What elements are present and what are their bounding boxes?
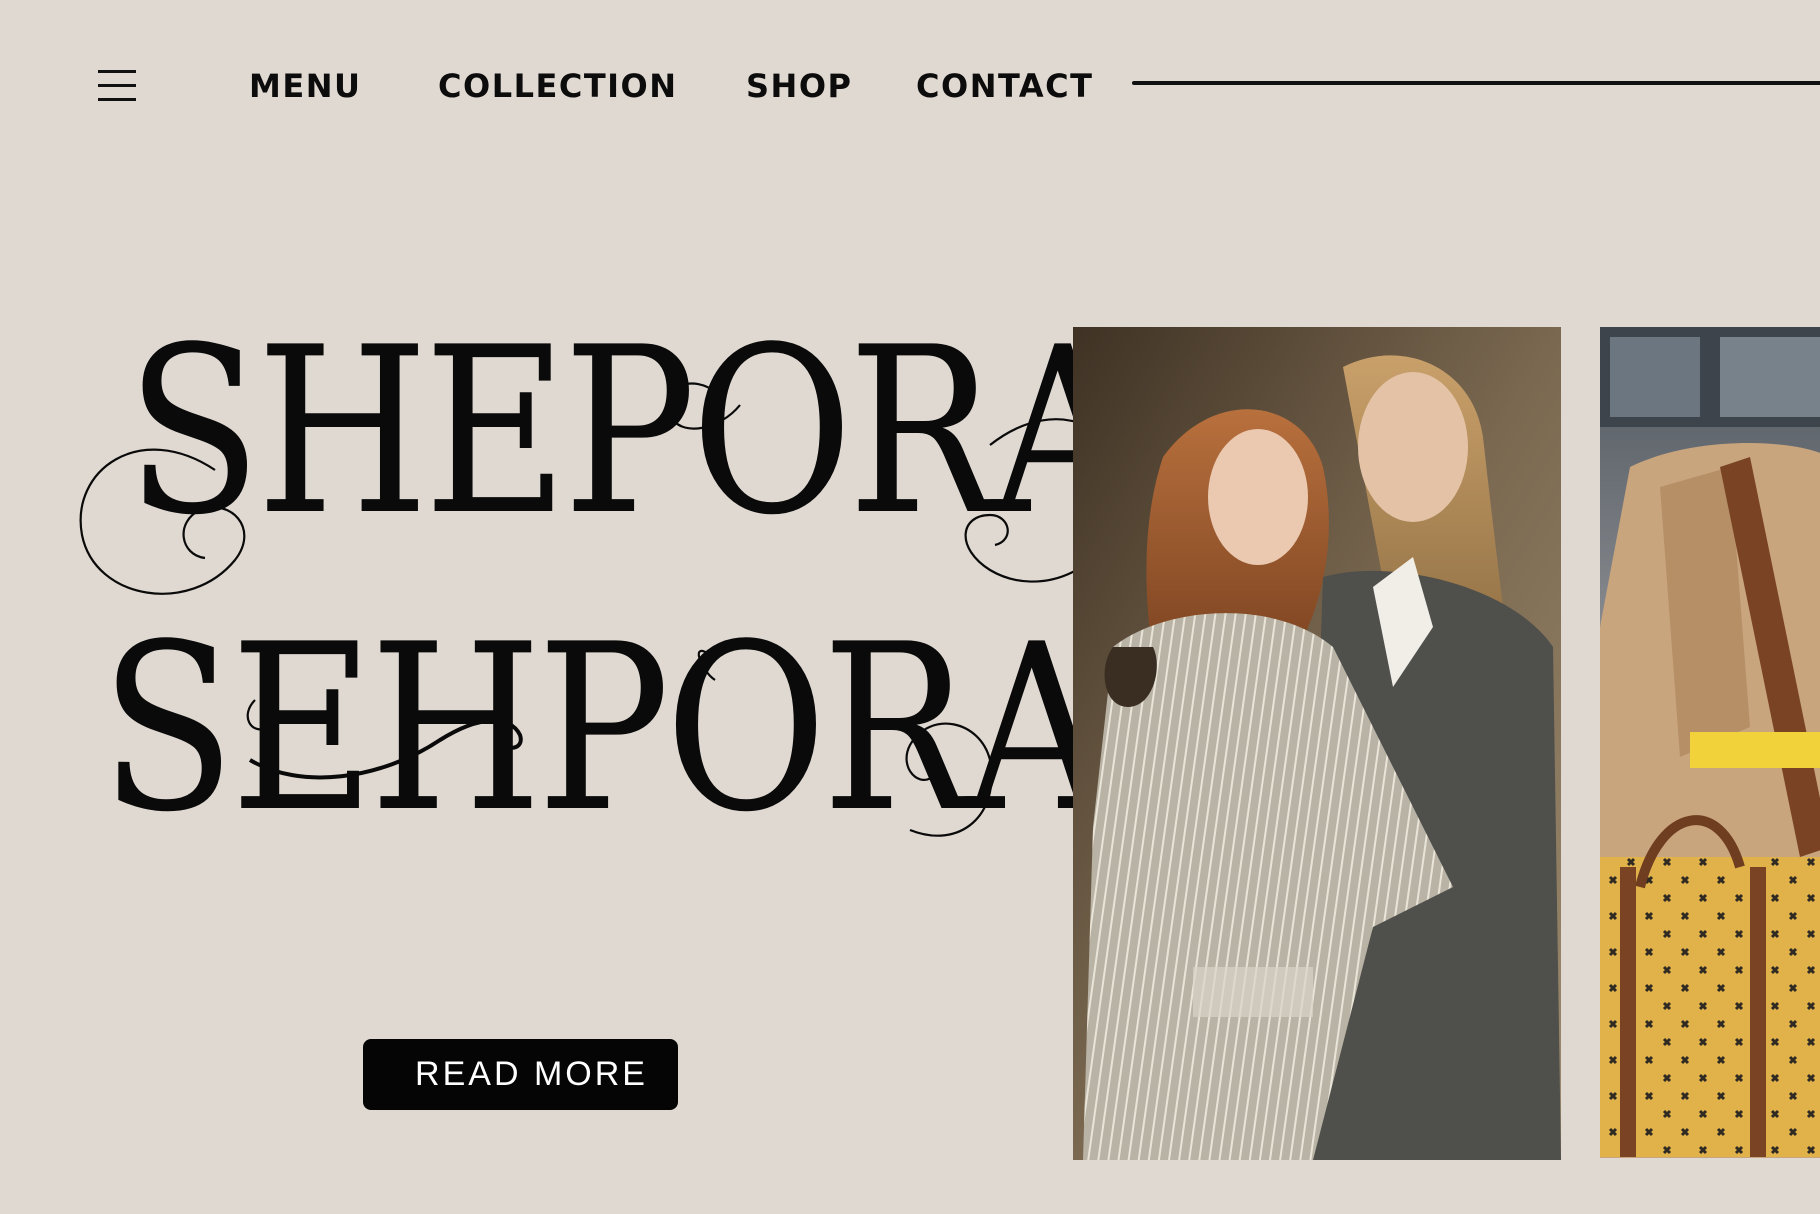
hamburger-bar	[98, 98, 136, 101]
hero-title-line-2: SEHPORA	[100, 596, 1108, 863]
nav-contact-link[interactable]: CONTACT	[916, 64, 1093, 108]
nav-menu-link[interactable]: MENU	[249, 64, 361, 108]
hamburger-bar	[98, 84, 136, 87]
nav-divider-line	[1132, 81, 1820, 85]
hamburger-icon[interactable]	[98, 68, 138, 104]
two-models-in-blazers-photo	[1073, 327, 1561, 1160]
read-more-button[interactable]: READ MORE	[363, 1039, 678, 1110]
mannequin-with-yellow-bag-photo	[1600, 327, 1820, 1158]
nav-collection-link[interactable]: COLLECTION	[438, 64, 678, 108]
hero-title-line-1: SHEPORA	[126, 299, 1134, 566]
nav-shop-link[interactable]: SHOP	[746, 64, 852, 108]
hamburger-bar	[98, 70, 136, 73]
landing-page: MENU COLLECTION SHOP CONTACT SHEPORA SEH…	[0, 0, 1820, 1214]
